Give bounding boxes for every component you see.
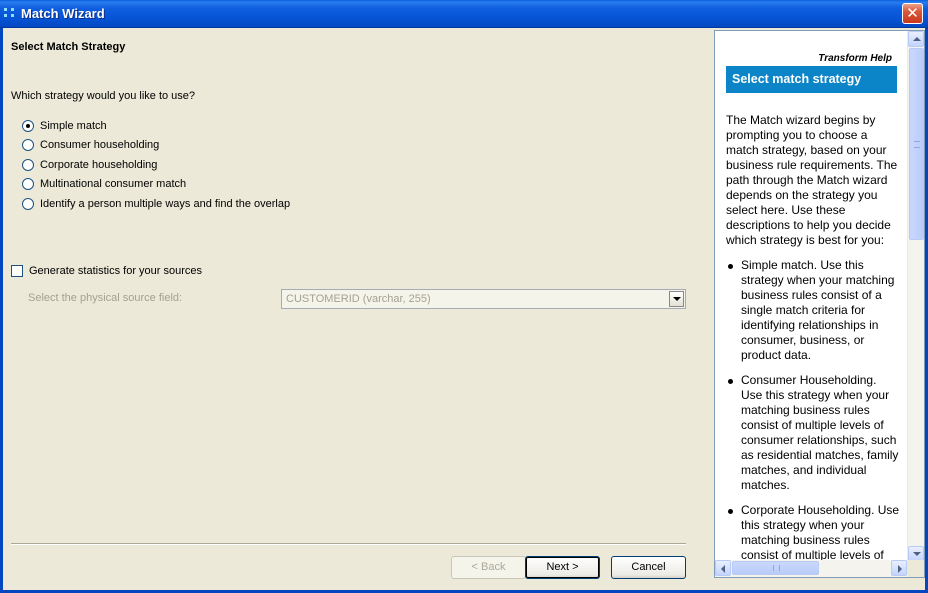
radio-label: Multinational consumer match [40, 178, 187, 190]
window-title: Match Wizard [21, 6, 105, 21]
next-button[interactable]: Next > [525, 556, 600, 579]
help-intro: The Match wizard begins by prompting you… [726, 113, 898, 247]
source-field-value: CUSTOMERID (varchar, 255) [286, 293, 431, 305]
wizard-main-panel: Select Match Strategy Which strategy wou… [3, 28, 709, 590]
help-item-text: Corporate Householding. Use this strateg… [741, 503, 900, 562]
generate-statistics-option[interactable]: Generate statistics for your sources [11, 265, 202, 277]
bullet-icon [728, 509, 733, 514]
radio-button[interactable] [22, 159, 34, 171]
scroll-up-icon[interactable] [908, 31, 924, 47]
help-item-text: Simple match. Use this strategy when you… [741, 258, 895, 362]
close-button[interactable]: ✕ [902, 3, 923, 24]
radio-simple-match[interactable]: Simple match [22, 119, 107, 133]
radio-button[interactable] [22, 198, 34, 210]
radio-label: Consumer householding [40, 139, 160, 151]
grip-icon [914, 141, 920, 148]
chevron-down-icon[interactable] [669, 291, 684, 307]
button-separator [11, 543, 686, 545]
page-title: Select Match Strategy [11, 41, 126, 53]
title-bar[interactable]: Match Wizard ✕ [0, 0, 928, 28]
vertical-scroll-thumb[interactable] [909, 48, 924, 240]
match-wizard-app-icon [4, 8, 18, 20]
scrollbar-corner [907, 560, 924, 577]
generate-statistics-checkbox[interactable] [11, 265, 23, 277]
source-field-label: Select the physical source field: [28, 292, 183, 304]
radio-button[interactable] [22, 120, 34, 132]
help-item-text: Consumer Householding. Use this strategy… [741, 373, 899, 492]
scroll-right-icon[interactable] [891, 560, 907, 576]
help-brand: Transform Help [818, 53, 892, 64]
radio-multinational-consumer-match[interactable]: Multinational consumer match [22, 177, 186, 191]
scroll-left-icon[interactable] [715, 560, 731, 576]
source-field-select[interactable]: CUSTOMERID (varchar, 255) [281, 289, 686, 309]
radio-label: Identify a person multiple ways and find… [40, 198, 291, 210]
grip-icon [773, 565, 780, 571]
bullet-icon [728, 264, 733, 269]
radio-button[interactable] [22, 178, 34, 190]
radio-corporate-householding[interactable]: Corporate householding [22, 158, 157, 172]
radio-label: Simple match [40, 120, 107, 132]
help-panel[interactable]: Transform Help Select match strategy The… [714, 30, 925, 578]
radio-button[interactable] [22, 139, 34, 151]
radio-label: Corporate householding [40, 159, 158, 171]
radio-consumer-householding[interactable]: Consumer householding [22, 138, 159, 152]
radio-identify-person-overlap[interactable]: Identify a person multiple ways and find… [22, 197, 290, 211]
back-button[interactable]: < Back [451, 556, 526, 579]
generate-statistics-label: Generate statistics for your sources [29, 265, 203, 277]
strategy-question: Which strategy would you like to use? [11, 90, 196, 102]
cancel-button[interactable]: Cancel [611, 556, 686, 579]
horizontal-scroll-thumb[interactable] [732, 561, 819, 575]
help-horizontal-scrollbar[interactable] [715, 560, 907, 577]
help-vertical-scrollbar[interactable] [907, 31, 924, 562]
help-title: Select match strategy [726, 66, 897, 93]
bullet-icon [728, 379, 733, 384]
close-icon: ✕ [906, 4, 919, 22]
